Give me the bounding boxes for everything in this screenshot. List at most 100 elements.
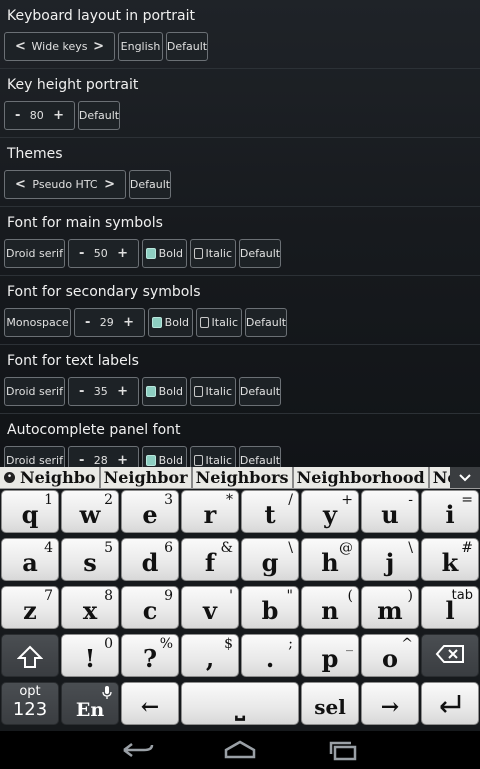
key-sel[interactable]: sel	[301, 682, 359, 725]
home-icon[interactable]	[220, 739, 260, 761]
shift-key[interactable]	[1, 634, 59, 677]
italic-checkbox[interactable]: Italic	[190, 446, 236, 467]
opt-123-key[interactable]: 123 opt	[1, 682, 59, 725]
key-e[interactable]: e3	[121, 490, 179, 533]
key-label: sel	[314, 695, 346, 719]
default-button[interactable]: Default	[129, 170, 171, 199]
plus-icon[interactable]: +	[53, 108, 64, 123]
checkbox-unchecked-icon	[194, 248, 203, 259]
key-→[interactable]: →	[361, 682, 419, 725]
suggestion-item[interactable]: Neighbor	[101, 467, 193, 488]
minus-icon[interactable]: -	[85, 315, 90, 330]
key-s[interactable]: s5	[61, 538, 119, 581]
key-q[interactable]: q1	[1, 490, 59, 533]
checkbox-checked-icon	[146, 386, 156, 397]
bold-checkbox[interactable]: Bold	[148, 308, 193, 337]
font-family-button[interactable]: Droid serif	[4, 377, 65, 406]
key-w[interactable]: w2	[61, 490, 119, 533]
key-?[interactable]: ?%	[121, 634, 179, 677]
key-←[interactable]: ←	[121, 682, 179, 725]
next-icon[interactable]: >	[93, 39, 104, 54]
section-autocomplete-font: Autocomplete panel font Droid serif - 28…	[0, 414, 480, 467]
key-c[interactable]: c9	[121, 586, 179, 629]
key-t[interactable]: t /	[241, 490, 299, 533]
section-title: Autocomplete panel font	[7, 422, 181, 438]
key-d[interactable]: d6	[121, 538, 179, 581]
minus-icon[interactable]: -	[79, 246, 84, 261]
key-a[interactable]: a4	[1, 538, 59, 581]
key-z[interactable]: z7	[1, 586, 59, 629]
font-size-stepper[interactable]: - 28 +	[68, 446, 139, 467]
font-size-stepper[interactable]: - 35 +	[68, 377, 139, 406]
chevron-down-icon[interactable]	[450, 467, 480, 488]
bold-checkbox[interactable]: Bold	[142, 446, 187, 467]
key-g[interactable]: g \	[241, 538, 299, 581]
next-icon[interactable]: >	[104, 177, 115, 192]
font-size-stepper[interactable]: - 50 +	[68, 239, 139, 268]
key-m[interactable]: m)	[361, 586, 419, 629]
key-![interactable]: ! 0	[61, 634, 119, 677]
backspace-key[interactable]	[421, 634, 479, 677]
key-f[interactable]: f &	[181, 538, 239, 581]
key-i[interactable]: i =	[421, 490, 479, 533]
key-height-stepper[interactable]: - 80 +	[4, 101, 75, 130]
key-j[interactable]: j \	[361, 538, 419, 581]
font-size-stepper[interactable]: - 29 +	[74, 308, 145, 337]
minus-icon[interactable]: -	[15, 108, 20, 123]
layout-selector[interactable]: < Wide keys >	[4, 32, 115, 61]
default-button[interactable]: Default	[78, 101, 120, 130]
suggestion-item[interactable]: Neighborhood	[294, 467, 430, 488]
suggestion-item[interactable]: Neighbo	[17, 467, 101, 488]
italic-checkbox[interactable]: Italic	[190, 377, 236, 406]
recents-icon[interactable]	[323, 739, 363, 761]
default-button[interactable]: Default	[166, 32, 208, 61]
key-o[interactable]: o ^	[361, 634, 419, 677]
key-k[interactable]: k #	[421, 538, 479, 581]
minus-icon[interactable]: -	[79, 453, 84, 467]
plus-icon[interactable]: +	[117, 246, 128, 261]
key-secondary-label: 6	[164, 540, 173, 556]
key-label: ⎵	[235, 692, 245, 721]
language-key[interactable]: En	[61, 682, 119, 725]
suggestion-item[interactable]: Neighbors	[193, 467, 294, 488]
plus-icon[interactable]: +	[117, 453, 128, 467]
font-family-button[interactable]: Droid serif	[4, 446, 65, 467]
key-.[interactable]: .;	[241, 634, 299, 677]
english-button[interactable]: English	[118, 32, 163, 61]
italic-checkbox[interactable]: Italic	[190, 239, 236, 268]
italic-checkbox[interactable]: Italic	[196, 308, 242, 337]
default-button[interactable]: Default	[245, 308, 287, 337]
bold-label: Bold	[158, 454, 183, 467]
key-h[interactable]: h @	[301, 538, 359, 581]
minus-icon[interactable]: -	[79, 384, 84, 399]
key-v[interactable]: v '	[181, 586, 239, 629]
key-secondary-label: *	[226, 492, 233, 508]
back-icon[interactable]	[118, 739, 158, 761]
font-family-button[interactable]: Monospace	[4, 308, 71, 337]
plus-icon[interactable]: +	[123, 315, 134, 330]
prev-icon[interactable]: <	[15, 39, 26, 54]
enter-key[interactable]	[421, 682, 479, 725]
key-y[interactable]: y +	[301, 490, 359, 533]
key-x[interactable]: x8	[61, 586, 119, 629]
key-r[interactable]: r *	[181, 490, 239, 533]
key-b[interactable]: b "	[241, 586, 299, 629]
key-,[interactable]: , $	[181, 634, 239, 677]
key-secondary-label: 0	[104, 636, 113, 652]
theme-selector[interactable]: < Pseudo HTC >	[4, 170, 126, 199]
default-button[interactable]: Default	[239, 239, 281, 268]
space-key[interactable]: ⎵	[181, 682, 299, 725]
key-u[interactable]: u-	[361, 490, 419, 533]
default-button[interactable]: Default	[239, 446, 281, 467]
font-family-button[interactable]: Droid serif	[4, 239, 65, 268]
key-n[interactable]: n(	[301, 586, 359, 629]
default-button[interactable]: Default	[239, 377, 281, 406]
italic-label: Italic	[205, 247, 232, 260]
plus-icon[interactable]: +	[117, 384, 128, 399]
key-l[interactable]: l tab	[421, 586, 479, 629]
checkbox-checked-icon	[146, 455, 156, 466]
bold-checkbox[interactable]: Bold	[142, 377, 187, 406]
bold-checkbox[interactable]: Bold	[142, 239, 187, 268]
key-p[interactable]: p _	[301, 634, 359, 677]
prev-icon[interactable]: <	[15, 177, 26, 192]
